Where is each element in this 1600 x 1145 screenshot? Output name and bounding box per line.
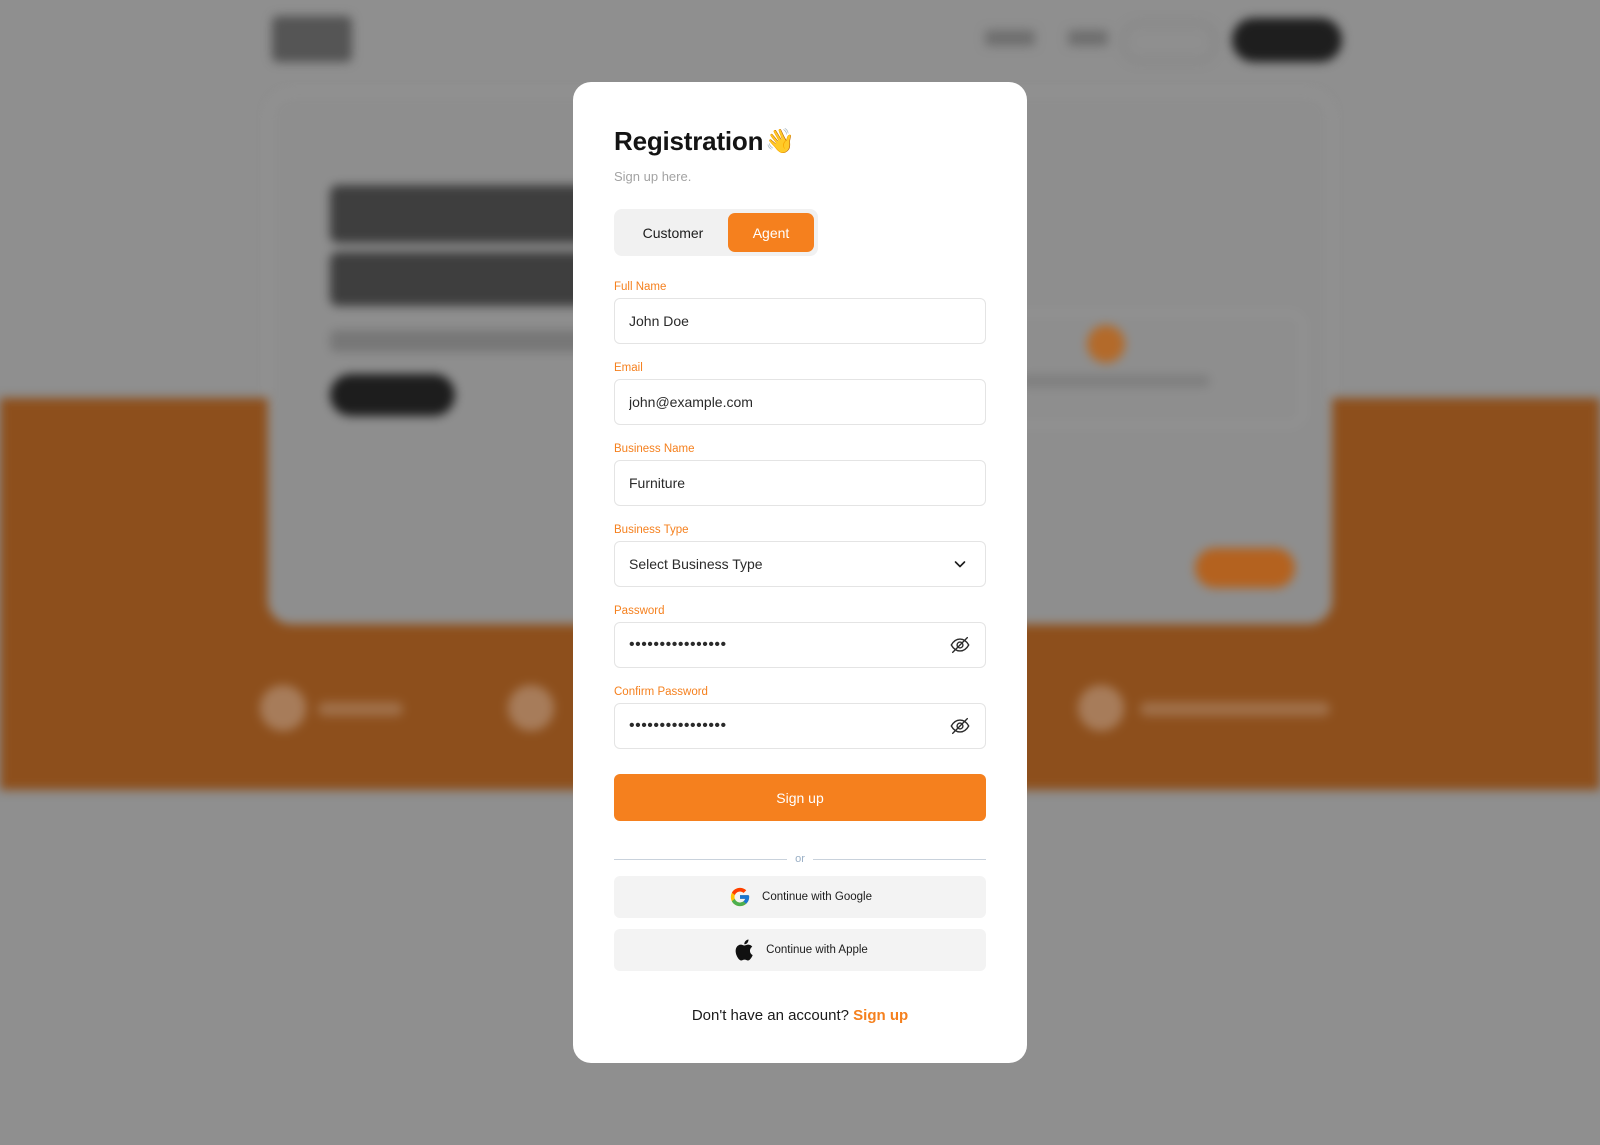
account-type-toggle: Customer Agent <box>614 209 818 256</box>
full-name-input[interactable] <box>629 313 971 329</box>
footer-sign-up-link[interactable]: Sign up <box>853 1007 908 1024</box>
eye-slash-icon[interactable] <box>949 634 971 656</box>
or-divider: or <box>614 853 986 865</box>
continue-with-google-button[interactable]: Continue with Google <box>614 876 986 918</box>
divider-line <box>614 858 788 860</box>
toggle-agent-button[interactable]: Agent <box>728 213 814 252</box>
business-type-field: Business Type Select Business Type <box>614 522 986 587</box>
modal-subtitle: Sign up here. <box>614 169 692 184</box>
password-field: Password <box>614 603 986 668</box>
sign-up-button[interactable]: Sign up <box>614 774 986 821</box>
background-logo <box>272 16 352 62</box>
apple-button-label: Continue with Apple <box>766 944 868 956</box>
business-type-select[interactable]: Select Business Type <box>614 541 986 587</box>
background-feature-icon <box>260 685 306 731</box>
background-stat-card <box>1010 312 1304 426</box>
background-stat-dot <box>1087 325 1125 363</box>
divider-text: or <box>795 853 805 865</box>
google-button-label: Continue with Google <box>762 891 872 903</box>
modal-title: Registration <box>614 125 764 156</box>
background-feature-icon <box>508 685 554 731</box>
chevron-down-icon <box>949 553 971 575</box>
full-name-field: Full Name <box>614 279 986 344</box>
email-input-box <box>614 379 986 425</box>
continue-with-apple-button[interactable]: Continue with Apple <box>614 929 986 971</box>
confirm-password-field: Confirm Password <box>614 684 986 749</box>
password-label: Password <box>614 605 665 617</box>
eye-slash-icon[interactable] <box>949 715 971 737</box>
background-hero-button <box>330 374 455 416</box>
confirm-password-input[interactable] <box>629 717 949 735</box>
footer-text: Don't have an account? <box>691 1007 849 1024</box>
background-nav-link <box>1068 30 1108 46</box>
registration-form: Full Name Email Business Name Business T… <box>614 279 986 749</box>
confirm-password-label: Confirm Password <box>614 686 708 698</box>
background-nav-link <box>985 30 1035 46</box>
background-feature-icon <box>1078 685 1124 731</box>
full-name-label: Full Name <box>614 281 667 293</box>
business-name-label: Business Name <box>614 443 695 455</box>
business-name-input[interactable] <box>629 475 971 491</box>
business-type-label: Business Type <box>614 524 689 536</box>
background-nav-button <box>1232 18 1342 62</box>
email-label: Email <box>614 362 643 374</box>
confirm-password-input-box <box>614 703 986 749</box>
email-field: Email <box>614 360 986 425</box>
title-row: Registration 👋 <box>614 124 986 158</box>
google-icon <box>728 885 752 909</box>
background-orange-button <box>1195 548 1295 588</box>
background-feature-text <box>318 702 403 716</box>
email-input[interactable] <box>629 394 971 410</box>
toggle-customer-button[interactable]: Customer <box>618 213 728 252</box>
apple-icon <box>732 938 756 962</box>
registration-modal: Registration 👋 Sign up here. Customer Ag… <box>573 82 1027 1063</box>
background-feature-text <box>1140 702 1330 716</box>
background-nav-button <box>1122 22 1216 62</box>
divider-line <box>812 858 986 860</box>
business-type-value: Select Business Type <box>629 556 763 572</box>
background-stat-text <box>1020 375 1210 387</box>
business-name-input-box <box>614 460 986 506</box>
business-name-field: Business Name <box>614 441 986 506</box>
waving-hand-icon: 👋 <box>765 127 796 155</box>
password-input-box <box>614 622 986 668</box>
footer-prompt: Don't have an account? Sign up <box>614 1007 986 1024</box>
full-name-input-box <box>614 298 986 344</box>
password-input[interactable] <box>629 636 949 654</box>
